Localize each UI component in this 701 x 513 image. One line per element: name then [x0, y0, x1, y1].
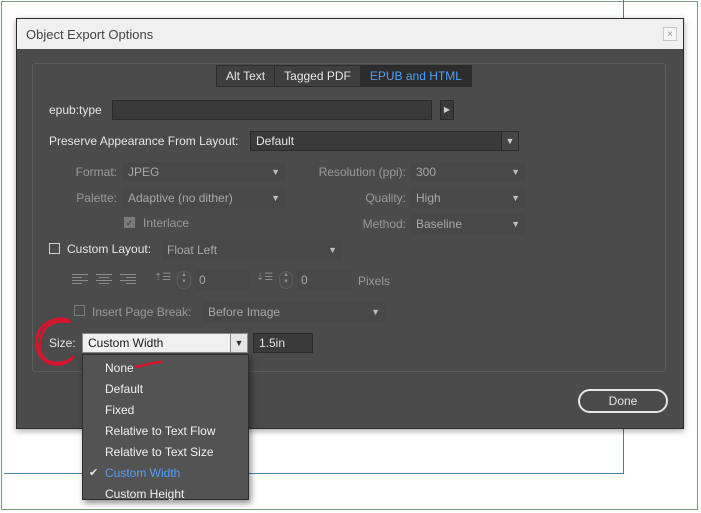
custom-layout-label: Custom Layout: [67, 242, 152, 256]
done-button[interactable]: Done [578, 389, 668, 413]
method-select[interactable]: Baseline ▼ [411, 214, 525, 234]
chevron-down-icon: ▼ [371, 307, 380, 317]
size-option-custom-height[interactable]: Custom Height [83, 484, 248, 505]
custom-layout-checkbox[interactable] [49, 243, 60, 254]
interlace-checkbox[interactable]: ✓ [124, 217, 135, 228]
epub-type-menu-arrow-icon[interactable]: ▶ [440, 100, 454, 120]
close-icon[interactable]: × [663, 27, 677, 41]
align-left-icon[interactable] [72, 274, 88, 288]
custom-layout-value: Float Left [167, 243, 218, 257]
size-select[interactable]: Custom Width ▼ [82, 333, 248, 353]
chevron-down-icon: ▼ [328, 245, 337, 255]
method-label: Method: [362, 217, 406, 231]
space-after-input[interactable]: 0 [297, 270, 352, 290]
quality-value: High [416, 191, 441, 205]
spacing-unit-label: Pixels [358, 274, 391, 288]
chevron-down-icon: ▼ [271, 193, 280, 203]
palette-select[interactable]: Adaptive (no dither) ▼ [123, 188, 285, 208]
format-label: Format: [75, 165, 117, 179]
epub-type-input[interactable] [112, 100, 432, 120]
align-right-icon[interactable] [120, 274, 136, 288]
insert-page-break-select[interactable]: Before Image ▼ [203, 302, 385, 322]
chevron-down-icon: ▼ [271, 167, 280, 177]
quality-select[interactable]: High ▼ [411, 188, 525, 208]
space-after-stepper[interactable]: ▲ ▼ [279, 271, 293, 289]
preserve-appearance-select[interactable]: Default ▼ [250, 131, 519, 151]
size-option-relative-to-text-size[interactable]: Relative to Text Size [83, 442, 248, 463]
chevron-down-icon: ▼ [511, 193, 520, 203]
space-before-icon: ⇡☰ [154, 272, 172, 283]
size-width-input[interactable]: 1.5in [253, 333, 313, 353]
resolution-value: 300 [416, 165, 437, 179]
chevron-down-icon: ▼ [501, 132, 518, 150]
align-center-icon[interactable] [96, 274, 112, 288]
custom-layout-select[interactable]: Float Left ▼ [162, 240, 342, 260]
tab-bar: Alt Text Tagged PDF EPUB and HTML [216, 65, 472, 87]
epub-type-label: epub:type [49, 103, 102, 117]
preserve-appearance-label: Preserve Appearance From Layout: [49, 134, 239, 148]
size-dropdown-menu: None Default Fixed Relative to Text Flow… [82, 354, 249, 501]
space-before-stepper[interactable]: ▲ ▼ [177, 271, 191, 289]
space-after-icon: ⇣☰ [256, 272, 274, 283]
size-option-relative-to-text-flow[interactable]: Relative to Text Flow [83, 421, 248, 442]
size-value: Custom Width [88, 336, 164, 350]
size-label: Size: [49, 336, 76, 350]
size-option-fixed[interactable]: Fixed [83, 400, 248, 421]
insert-page-break-value: Before Image [208, 305, 281, 319]
resolution-select[interactable]: 300 ▼ [411, 162, 525, 182]
chevron-down-icon: ▼ [230, 334, 247, 352]
checkmark-icon: ✔ [89, 467, 99, 479]
method-value: Baseline [416, 217, 463, 231]
dialog-titlebar[interactable]: Object Export Options × [17, 19, 683, 49]
size-option-default[interactable]: Default [83, 379, 248, 400]
format-select[interactable]: JPEG ▼ [123, 162, 285, 182]
tab-alt-text[interactable]: Alt Text [217, 66, 276, 86]
size-option-custom-width[interactable]: ✔ Custom Width [83, 463, 248, 484]
size-option-none[interactable]: None [83, 358, 248, 379]
resolution-label: Resolution (ppi): [318, 165, 406, 179]
tab-tagged-pdf[interactable]: Tagged PDF [275, 66, 361, 86]
insert-page-break-label: Insert Page Break: [92, 305, 192, 319]
chevron-down-icon: ▼ [511, 167, 520, 177]
insert-page-break-checkbox[interactable] [74, 305, 85, 316]
space-before-input[interactable]: 0 [195, 270, 250, 290]
palette-label: Palette: [76, 191, 117, 205]
preserve-appearance-value: Default [256, 134, 295, 148]
format-value: JPEG [128, 165, 160, 179]
chevron-down-icon: ▼ [511, 219, 520, 229]
dialog-title: Object Export Options [26, 27, 154, 42]
interlace-label: Interlace [143, 216, 190, 230]
tab-epub-and-html[interactable]: EPUB and HTML [360, 66, 471, 86]
palette-value: Adaptive (no dither) [128, 191, 233, 205]
quality-label: Quality: [365, 191, 406, 205]
